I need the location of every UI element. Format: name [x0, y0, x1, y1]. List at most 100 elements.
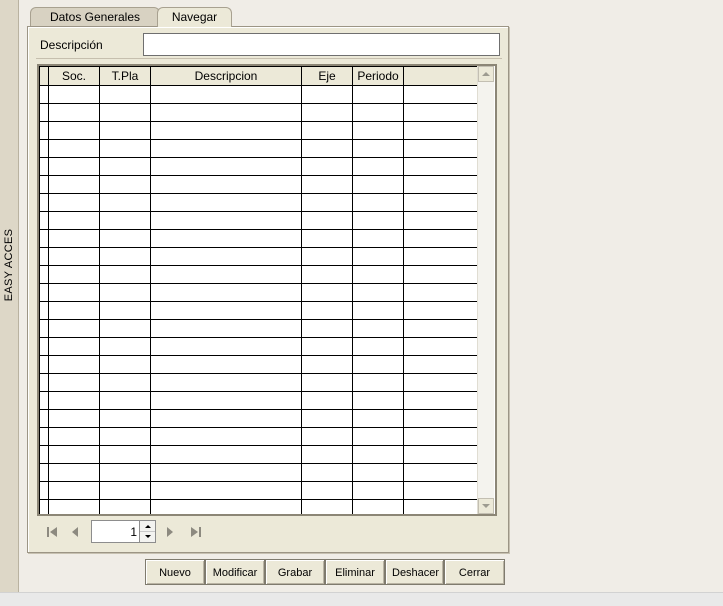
tab-navegar[interactable]: Navegar [157, 7, 232, 27]
table-cell[interactable] [99, 265, 151, 284]
row-indicator-cell[interactable] [39, 211, 49, 230]
table-cell[interactable] [99, 481, 151, 500]
table-cell[interactable] [150, 175, 302, 194]
table-cell[interactable] [352, 283, 404, 302]
table-cell[interactable] [352, 373, 404, 392]
table-row[interactable] [39, 121, 478, 140]
table-cell[interactable] [352, 193, 404, 212]
row-indicator-cell[interactable] [39, 85, 49, 104]
table-cell[interactable] [403, 319, 478, 338]
table-cell[interactable] [99, 85, 151, 104]
table-cell[interactable] [352, 247, 404, 266]
table-cell[interactable] [150, 247, 302, 266]
table-cell[interactable] [403, 337, 478, 356]
table-cell[interactable] [48, 445, 100, 464]
table-cell[interactable] [352, 85, 404, 104]
table-row[interactable] [39, 193, 478, 212]
row-indicator-cell[interactable] [39, 247, 49, 266]
table-cell[interactable] [403, 283, 478, 302]
row-indicator-cell[interactable] [39, 229, 49, 248]
table-row[interactable] [39, 319, 478, 338]
sidebar[interactable]: EASY ACCES [0, 0, 19, 592]
scroll-down-button[interactable] [478, 498, 494, 514]
table-cell[interactable] [403, 265, 478, 284]
table-cell[interactable] [48, 247, 100, 266]
table-cell[interactable] [352, 409, 404, 428]
table-cell[interactable] [48, 427, 100, 446]
table-cell[interactable] [150, 391, 302, 410]
table-cell[interactable] [403, 427, 478, 446]
row-indicator-cell[interactable] [39, 499, 49, 514]
table-cell[interactable] [48, 265, 100, 284]
table-cell[interactable] [403, 103, 478, 122]
table-cell[interactable] [99, 229, 151, 248]
table-cell[interactable] [150, 301, 302, 320]
table-cell[interactable] [403, 139, 478, 158]
table-cell[interactable] [301, 211, 353, 230]
table-cell[interactable] [301, 157, 353, 176]
page-number[interactable]: 1 [130, 525, 137, 539]
modificar-button[interactable]: Modificar [205, 559, 265, 585]
table-cell[interactable] [150, 85, 302, 104]
deshacer-button[interactable]: Deshacer [385, 559, 444, 585]
row-indicator-cell[interactable] [39, 355, 49, 374]
table-cell[interactable] [352, 319, 404, 338]
table-cell[interactable] [301, 247, 353, 266]
table-cell[interactable] [301, 175, 353, 194]
table-cell[interactable] [150, 463, 302, 482]
row-indicator-cell[interactable] [39, 463, 49, 482]
table-cell[interactable] [352, 301, 404, 320]
row-indicator-cell[interactable] [39, 283, 49, 302]
table-cell[interactable] [99, 247, 151, 266]
table-cell[interactable] [352, 445, 404, 464]
row-indicator-cell[interactable] [39, 103, 49, 122]
table-cell[interactable] [301, 301, 353, 320]
row-indicator-cell[interactable] [39, 391, 49, 410]
table-cell[interactable] [48, 211, 100, 230]
table-cell[interactable] [99, 301, 151, 320]
table-cell[interactable] [403, 157, 478, 176]
column-header-soc[interactable]: Soc. [48, 66, 100, 86]
table-cell[interactable] [301, 499, 353, 514]
table-row[interactable] [39, 265, 478, 284]
table-cell[interactable] [99, 355, 151, 374]
row-indicator-cell[interactable] [39, 319, 49, 338]
table-row[interactable] [39, 481, 478, 500]
table-cell[interactable] [48, 103, 100, 122]
table-cell[interactable] [352, 121, 404, 140]
table-cell[interactable] [352, 103, 404, 122]
table-row[interactable] [39, 247, 478, 266]
table-cell[interactable] [99, 463, 151, 482]
table-cell[interactable] [301, 409, 353, 428]
table-cell[interactable] [48, 193, 100, 212]
table-cell[interactable] [99, 283, 151, 302]
table-cell[interactable] [301, 85, 353, 104]
row-indicator-cell[interactable] [39, 193, 49, 212]
vertical-scrollbar[interactable] [477, 66, 494, 514]
table-cell[interactable] [150, 121, 302, 140]
row-indicator-cell[interactable] [39, 175, 49, 194]
table-cell[interactable] [48, 85, 100, 104]
table-cell[interactable] [403, 85, 478, 104]
table-cell[interactable] [403, 409, 478, 428]
table-cell[interactable] [403, 193, 478, 212]
table-cell[interactable] [48, 337, 100, 356]
table-cell[interactable] [352, 481, 404, 500]
table-cell[interactable] [99, 157, 151, 176]
table-cell[interactable] [301, 391, 353, 410]
table-cell[interactable] [99, 499, 151, 514]
table-cell[interactable] [150, 157, 302, 176]
prev-record-button[interactable] [67, 524, 83, 540]
row-indicator-cell[interactable] [39, 373, 49, 392]
table-cell[interactable] [403, 175, 478, 194]
table-cell[interactable] [99, 445, 151, 464]
table-cell[interactable] [301, 229, 353, 248]
table-cell[interactable] [48, 499, 100, 514]
table-cell[interactable] [99, 103, 151, 122]
column-header-descripcion[interactable]: Descripcion [150, 66, 302, 86]
table-row[interactable] [39, 85, 478, 104]
table-row[interactable] [39, 445, 478, 464]
table-cell[interactable] [150, 103, 302, 122]
table-cell[interactable] [48, 283, 100, 302]
table-row[interactable] [39, 175, 478, 194]
